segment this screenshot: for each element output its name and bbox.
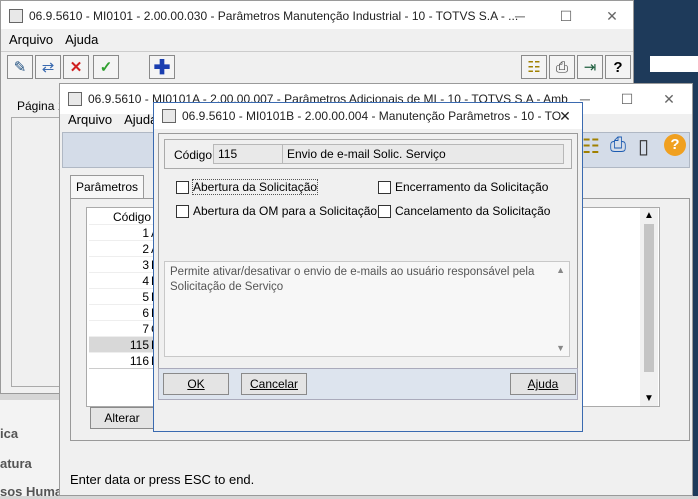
table-row[interactable]: 116N xyxy=(89,352,160,368)
description-content: Permite ativar/desativar o envio de e-ma… xyxy=(170,266,535,293)
edit-icon[interactable]: ✎ xyxy=(7,55,33,79)
app-icon xyxy=(9,9,23,23)
app-icon xyxy=(68,92,82,106)
checkbox-label: Abertura da OM para a Solicitação xyxy=(193,204,378,218)
cancel-icon[interactable]: ✕ xyxy=(63,55,89,79)
table-rows-end xyxy=(89,368,153,406)
help-icon[interactable]: ? xyxy=(664,134,686,156)
checkbox-cancelamento-solicitacao[interactable]: Cancelamento da Solicitação xyxy=(378,204,550,218)
swap-icon[interactable]: ⇄ xyxy=(35,55,61,79)
scroll-thumb[interactable] xyxy=(644,224,654,372)
checkbox-box[interactable] xyxy=(176,180,189,194)
cell-codigo: 2 xyxy=(142,242,149,256)
menu-arquivo[interactable]: Arquivo xyxy=(9,32,53,47)
description-scroll-down-icon[interactable]: ▼ xyxy=(556,343,565,353)
main-tab-page1[interactable]: Página 1 xyxy=(17,99,64,113)
alterar-button[interactable]: Alterar xyxy=(90,407,154,429)
checkbox-box[interactable] xyxy=(378,180,391,194)
close-button[interactable]: ✕ xyxy=(595,1,629,31)
scroll-down-icon[interactable]: ▼ xyxy=(644,393,654,404)
ok-button[interactable]: OK xyxy=(163,373,229,395)
exit-icon[interactable]: ⇥ xyxy=(577,55,603,79)
table-row[interactable]: 7C xyxy=(89,320,160,336)
description-scroll-up-icon[interactable]: ▲ xyxy=(556,265,565,275)
description-text: Permite ativar/desativar o envio de e-ma… xyxy=(164,261,570,357)
codigo-field: 115 xyxy=(213,144,283,164)
cell-codigo: 6 xyxy=(142,306,149,320)
help-icon[interactable]: ? xyxy=(605,55,631,79)
main-window-title: 06.9.5610 - MI0101 - 2.00.00.030 - Parâm… xyxy=(29,9,519,23)
tree-icon[interactable]: ☷ xyxy=(521,55,547,79)
cell-codigo: 7 xyxy=(142,322,149,336)
dialog-title: 06.9.5610 - MI0101B - 2.00.00.004 - Manu… xyxy=(182,109,562,123)
exit-icon[interactable]: ▯ xyxy=(638,134,649,159)
cancel-button[interactable]: Cancelar xyxy=(241,373,307,395)
menu-ajuda[interactable]: Ajuda xyxy=(65,32,98,47)
checkbox-box[interactable] xyxy=(176,204,189,218)
codigo-label: Código: xyxy=(174,148,216,162)
checkbox-label: Abertura da Solicitação xyxy=(191,179,319,195)
descricao-field: Envio de e-mail Solic. Serviço xyxy=(282,144,564,164)
maximize-button[interactable]: ☐ xyxy=(549,1,583,31)
printer-icon[interactable]: ⎙ xyxy=(610,134,626,157)
app-icon xyxy=(162,109,176,123)
checkbox-abertura-om[interactable]: Abertura da OM para a Solicitação xyxy=(176,204,377,218)
checkbox-encerramento-solicitacao[interactable]: Encerramento da Solicitação xyxy=(378,180,548,194)
dialog-close-button[interactable]: ✕ xyxy=(550,103,580,129)
confirm-icon[interactable]: ✓ xyxy=(93,55,119,79)
background-label: ica xyxy=(0,426,19,441)
minimize-button[interactable]: ─ xyxy=(503,1,537,31)
param-dialog: 06.9.5610 - MI0101B - 2.00.00.004 - Manu… xyxy=(153,102,583,432)
table-row[interactable]: 5E xyxy=(89,288,159,304)
table-row[interactable]: 4E xyxy=(89,272,159,288)
table-row[interactable]: 2A xyxy=(89,240,159,256)
tree-icon[interactable]: ☷ xyxy=(582,134,600,159)
cell-codigo: 116 xyxy=(129,354,149,368)
table-row[interactable]: 3E xyxy=(89,256,159,272)
main-window-titlebar: 06.9.5610 - MI0101 - 2.00.00.030 - Parâm… xyxy=(1,1,633,31)
checkbox-label: Encerramento da Solicitação xyxy=(395,180,549,194)
add-icon[interactable]: ✚ xyxy=(149,55,175,79)
cell-codigo: 5 xyxy=(142,290,149,304)
cell-codigo: 4 xyxy=(142,274,149,288)
printer-icon[interactable]: ⎙ xyxy=(549,55,575,79)
background-search-field xyxy=(650,56,698,72)
checkbox-box[interactable] xyxy=(378,204,391,218)
checkbox-label: Cancelamento da Solicitação xyxy=(395,204,551,218)
table-row[interactable]: 1A xyxy=(89,224,159,240)
status-bar: Enter data or press ESC to end. xyxy=(70,472,255,487)
cell-codigo: 115 xyxy=(129,338,149,352)
main-menubar: Arquivo Ajuda xyxy=(1,29,633,49)
params-tab[interactable]: Parâmetros xyxy=(70,175,144,199)
table-row[interactable]: 115E xyxy=(89,336,159,352)
menu-arquivo[interactable]: Arquivo xyxy=(68,112,112,127)
help-button[interactable]: Ajuda xyxy=(510,373,576,395)
cell-codigo: 3 xyxy=(142,258,149,272)
background-label: atura xyxy=(0,456,32,471)
checkbox-abertura-solicitacao[interactable]: Abertura da Solicitação xyxy=(176,179,319,195)
cell-codigo: 1 xyxy=(142,226,149,240)
dialog-titlebar: 06.9.5610 - MI0101B - 2.00.00.004 - Manu… xyxy=(154,103,582,129)
table-row[interactable]: 6F xyxy=(89,304,158,320)
scroll-up-icon[interactable]: ▲ xyxy=(644,210,654,221)
params-table-scrollbar[interactable]: ▲ ▼ xyxy=(640,208,658,406)
